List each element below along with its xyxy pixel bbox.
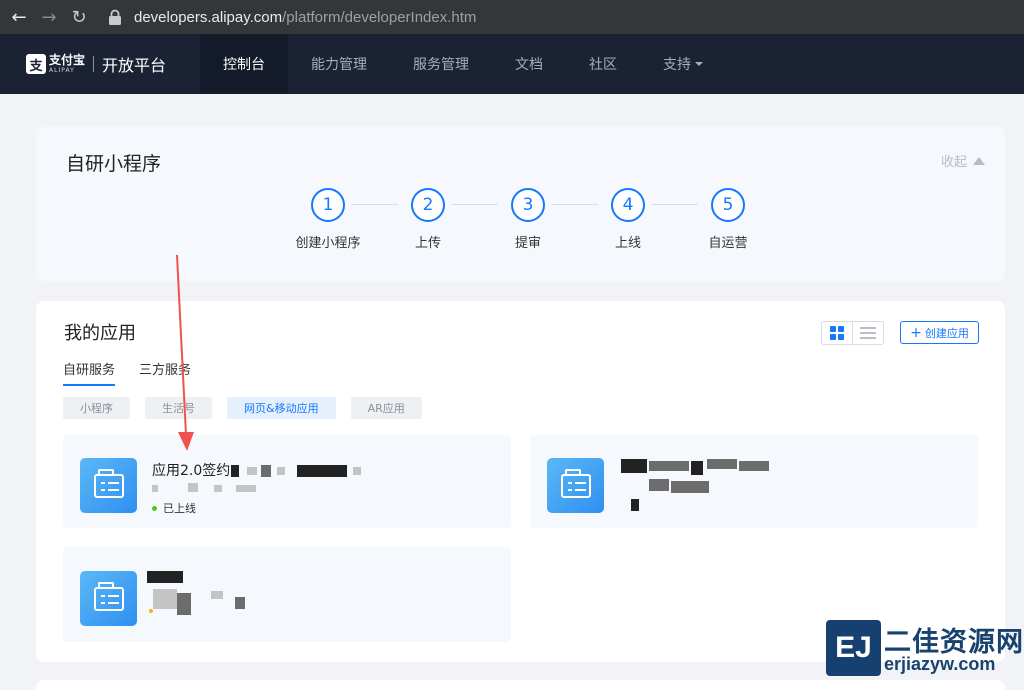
lock-icon [109,9,121,25]
logo-cn: 支付宝 [49,53,86,67]
app-file-icon [547,458,604,513]
tab-support[interactable]: 支持 [640,34,726,94]
tab-docs[interactable]: 文档 [492,34,566,94]
status-dot-icon [152,505,157,511]
mini-program-guide-card: 自研小程序 收起 1 创建小程序 2 上传 3 提审 4 上线 5 自运营 [36,127,1005,281]
collapse-label: 收起 [940,155,967,170]
my-apps-title: 我的应用 [64,323,136,344]
step-label: 自运营 [708,236,748,251]
step-upload: 2 上传 [388,188,468,251]
caret-up-icon [973,156,985,165]
step-create: 1 创建小程序 [288,188,368,251]
browser-toolbar: ← → ↻ developers.alipay.com/platform/dev… [0,0,1024,34]
create-app-label: 创建应用 [924,326,969,340]
app-card[interactable]: 应用2.0签约 已上线 [63,435,511,528]
list-icon [859,327,876,339]
grid-view-button[interactable] [822,322,853,344]
chip-mini-program[interactable]: 小程序 [63,397,130,419]
watermark-logo: EJ [826,620,881,676]
app-info-redacted [147,569,267,629]
grid-icon [829,326,844,340]
address-bar[interactable]: developers.alipay.com/platform/developer… [108,9,476,26]
collapse-button[interactable]: 收起 [941,151,985,170]
list-view-button[interactable] [853,322,883,344]
logo-en: ALIPAY [49,67,75,74]
step-label: 提审 [514,236,541,251]
app-info-redacted [619,457,779,517]
guide-title: 自研小程序 [66,153,162,175]
service-tabs: 自研服务 三方服务 [63,359,215,386]
app-file-icon [80,458,137,513]
step-label: 上传 [414,236,441,251]
back-icon[interactable]: ← [4,2,34,32]
tab-community[interactable]: 社区 [566,34,640,94]
app-name: 应用2.0签约 [152,460,362,480]
tab-service-management[interactable]: 服务管理 [390,34,492,94]
top-navigation: 支 支付宝 ALIPAY 开放平台 控制台 能力管理 服务管理 文档 社区 支持 [0,34,1024,94]
app-file-icon [80,571,137,626]
app-name-text: 应用2.0签约 [152,463,231,479]
chip-web-mobile-app[interactable]: 网页&移动应用 [227,397,336,419]
url-domain: developers.alipay.com [134,8,283,26]
tab-support-label: 支持 [663,57,691,73]
nav-tabs: 控制台 能力管理 服务管理 文档 社区 支持 [200,34,726,94]
caret-down-icon [695,62,703,66]
platform-title: 开放平台 [102,56,167,75]
step-number: 2 [411,188,445,222]
tab-self-developed[interactable]: 自研服务 [63,359,116,386]
app-status: 已上线 [152,500,196,516]
app-id-redacted [152,483,272,493]
watermark: EJ 二佳资源网 erjiazyw.com [826,618,1024,686]
tab-capability-management[interactable]: 能力管理 [288,34,390,94]
step-review: 3 提审 [488,188,568,251]
category-filters: 小程序 生活号 网页&移动应用 AR应用 [63,397,437,419]
chip-lifestyle-account[interactable]: 生活号 [145,397,212,419]
step-number: 5 [711,188,745,222]
reload-icon[interactable]: ↻ [64,2,94,32]
step-operate: 5 自运营 [688,188,768,251]
status-label: 已上线 [163,502,196,515]
create-app-button[interactable]: + 创建应用 [900,321,979,344]
chip-ar-app[interactable]: AR应用 [350,397,422,419]
step-label: 上线 [614,236,641,251]
watermark-en: erjiazyw.com [884,654,996,674]
url-path: /platform/developerIndex.htm [282,8,477,26]
step-number: 3 [511,188,545,222]
logo-divider [93,56,95,72]
tab-third-party[interactable]: 三方服务 [139,359,191,386]
my-apps-card: 我的应用 + 创建应用 自研服务 三方服务 小程序 生活号 网页&移动应用 AR… [36,301,1005,662]
step-number: 1 [311,188,345,222]
view-toggle [821,321,884,345]
app-card[interactable] [63,547,511,642]
alipay-mark-icon: 支 [26,54,46,74]
step-number: 4 [611,188,645,222]
app-card[interactable] [530,435,978,528]
step-label: 创建小程序 [295,236,361,251]
forward-icon[interactable]: → [34,2,64,32]
plus-icon: + [910,324,922,341]
steps: 1 创建小程序 2 上传 3 提审 4 上线 5 自运营 [288,188,758,258]
step-launch: 4 上线 [588,188,668,251]
alipay-logo[interactable]: 支 支付宝 ALIPAY 开放平台 [26,52,200,76]
tab-console[interactable]: 控制台 [200,34,288,94]
